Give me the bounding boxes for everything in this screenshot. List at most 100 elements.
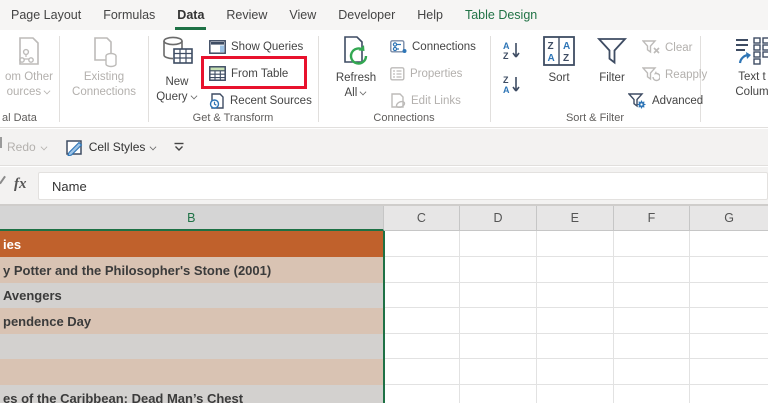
empty-cell[interactable] [613, 385, 691, 403]
column-header-d[interactable]: D [460, 206, 537, 231]
excel-window: Page Layout Formulas Data Review View De… [0, 0, 768, 403]
empty-cell[interactable] [613, 231, 691, 257]
empty-cell[interactable] [690, 385, 768, 403]
movie-cell[interactable] [0, 334, 384, 359]
reapply-filter-button[interactable]: Reapply [642, 67, 707, 82]
empty-cell[interactable] [383, 334, 461, 359]
column-header-b[interactable]: B [0, 206, 384, 231]
empty-cell[interactable] [460, 283, 537, 308]
customize-toolbar-button[interactable] [173, 142, 185, 152]
tab-view[interactable]: View [278, 0, 327, 30]
properties-button[interactable]: Properties [390, 67, 462, 81]
empty-cell[interactable] [536, 385, 614, 403]
redo-button[interactable]: Redo [7, 140, 48, 154]
advanced-filter-button[interactable]: Advanced [628, 93, 703, 109]
empty-cell[interactable] [383, 308, 461, 334]
empty-cell[interactable] [460, 359, 537, 385]
empty-cell[interactable] [690, 359, 768, 385]
tab-table-design[interactable]: Table Design [454, 0, 548, 30]
svg-text:A: A [503, 41, 510, 51]
tab-help[interactable]: Help [406, 0, 454, 30]
insert-function-icon[interactable]: fx [14, 176, 27, 193]
chevron-down-icon [191, 91, 198, 98]
column-header-c[interactable]: C [383, 206, 461, 231]
empty-cell[interactable] [460, 257, 537, 283]
tab-data[interactable]: Data [166, 0, 215, 30]
connections-button[interactable]: Connections [390, 40, 476, 53]
clear-filter-button[interactable]: Clear [642, 40, 692, 55]
svg-text:A: A [563, 41, 570, 52]
empty-cell[interactable] [690, 334, 768, 359]
group-separator [318, 36, 319, 122]
collapse-ribbon-icon [173, 142, 185, 152]
empty-cell[interactable] [690, 283, 768, 308]
tab-formulas[interactable]: Formulas [92, 0, 166, 30]
empty-cell[interactable] [613, 334, 691, 359]
existing-connections-button[interactable]: Existing Connections [64, 36, 144, 100]
database-table-icon [159, 35, 195, 75]
empty-cell[interactable] [613, 308, 691, 334]
empty-cell[interactable] [383, 231, 461, 257]
empty-cell[interactable] [536, 231, 614, 257]
chevron-down-icon [44, 86, 51, 93]
empty-cell[interactable] [460, 308, 537, 334]
sort-descending-button[interactable]: Z A [502, 74, 526, 96]
chevron-down-icon [360, 87, 367, 94]
edit-links-button[interactable]: Edit Links [390, 93, 461, 108]
empty-cell[interactable] [460, 334, 537, 359]
empty-cell[interactable] [690, 231, 768, 257]
sort-az-icon: A Z [502, 40, 526, 62]
movie-cell[interactable]: y Potter and the Philosopher's Stone (20… [0, 257, 384, 283]
empty-cell[interactable] [690, 308, 768, 334]
movie-cell[interactable] [0, 359, 384, 385]
from-other-sources-button[interactable]: om Other ources [0, 36, 58, 100]
movie-cell[interactable]: Avengers [0, 283, 384, 308]
tab-developer[interactable]: Developer [327, 0, 406, 30]
table-header-cell[interactable]: ies [0, 231, 384, 257]
empty-cell[interactable] [536, 334, 614, 359]
formula-bar-input[interactable]: Name [38, 172, 768, 200]
empty-cell[interactable] [536, 283, 614, 308]
empty-cell[interactable] [613, 359, 691, 385]
movie-cell[interactable]: pendence Day [0, 308, 384, 334]
svg-text:A: A [503, 85, 510, 95]
cut-off-icon-fragment [0, 137, 2, 148]
empty-cell[interactable] [383, 283, 461, 308]
group-separator [490, 36, 491, 122]
new-query-button[interactable]: New Query [152, 35, 202, 105]
button-label: Clear [665, 41, 693, 54]
sort-ascending-button[interactable]: A Z [502, 40, 526, 62]
refresh-all-button[interactable]: Refresh All [330, 35, 382, 101]
empty-cell[interactable] [613, 283, 691, 308]
chevron-down-icon [41, 142, 48, 149]
empty-cell[interactable] [690, 257, 768, 283]
tab-review[interactable]: Review [215, 0, 278, 30]
button-label: Connections [72, 86, 136, 98]
filter-button[interactable]: Filter [590, 36, 634, 86]
properties-icon [390, 67, 405, 81]
column-header-g[interactable]: G [690, 206, 768, 231]
column-header-e[interactable]: E [536, 206, 614, 231]
empty-cell[interactable] [536, 257, 614, 283]
empty-cell[interactable] [613, 257, 691, 283]
empty-cell[interactable] [536, 359, 614, 385]
cell-styles-button[interactable]: Cell Styles [65, 139, 158, 156]
svg-text:Z: Z [503, 51, 509, 61]
button-label: Cell Styles [88, 140, 146, 154]
empty-cell[interactable] [383, 359, 461, 385]
button-label: All [345, 86, 368, 101]
svg-text:Z: Z [503, 75, 509, 85]
recent-sources-button[interactable]: Recent Sources [209, 93, 312, 109]
empty-cell[interactable] [536, 308, 614, 334]
text-to-columns-button[interactable]: Text t Colum [722, 36, 768, 100]
sort-button[interactable]: Z A A Z Sort [536, 36, 582, 86]
column-header-f[interactable]: F [613, 206, 691, 231]
from-table-button[interactable]: From Table [209, 66, 288, 81]
empty-cell[interactable] [383, 385, 461, 403]
show-queries-button[interactable]: Show Queries [209, 40, 303, 54]
movie-cell[interactable]: es of the Caribbean: Dead Man’s Chest [0, 385, 384, 403]
empty-cell[interactable] [460, 231, 537, 257]
empty-cell[interactable] [460, 385, 537, 403]
empty-cell[interactable] [383, 257, 461, 283]
tab-page-layout[interactable]: Page Layout [0, 0, 92, 30]
